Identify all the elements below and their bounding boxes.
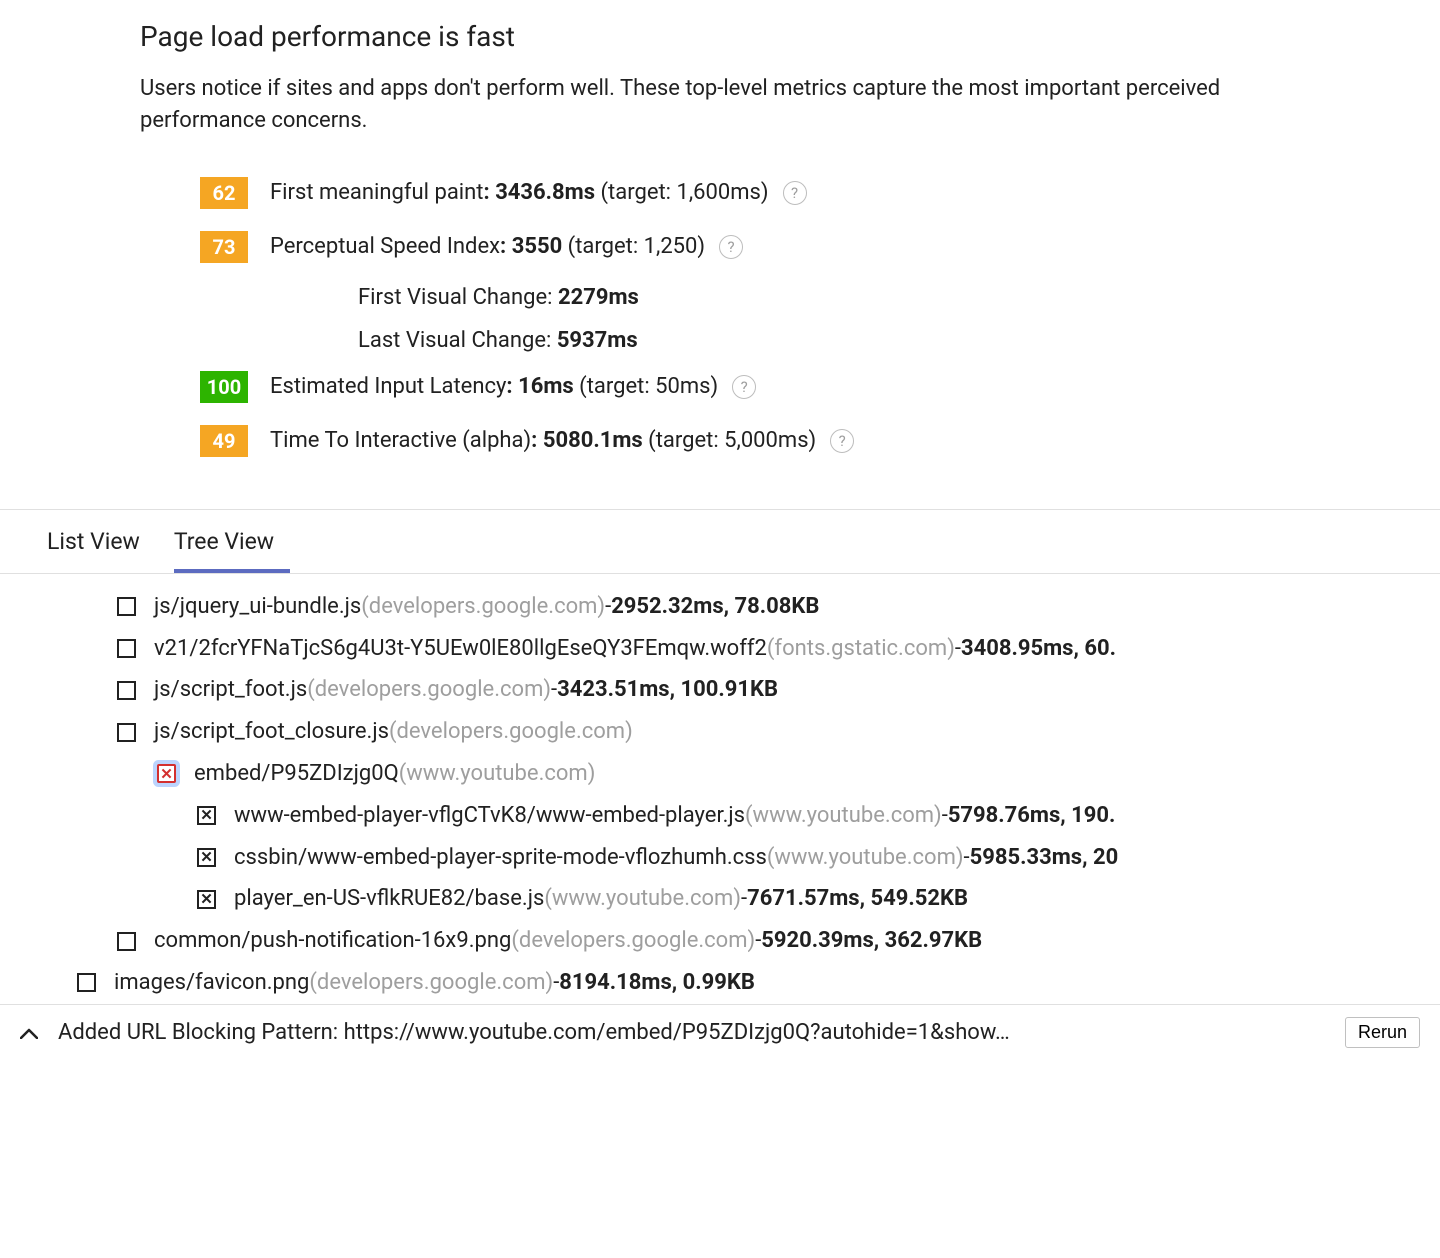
metric-row: 49 Time To Interactive (alpha): 5080.1ms… [200, 425, 1300, 457]
score-badge: 49 [200, 425, 248, 457]
file-stats: 5798.76ms, 190. [948, 795, 1116, 837]
block-checkbox[interactable] [197, 848, 216, 867]
file-path: js/script_foot_closure.js [154, 711, 389, 753]
file-domain: (fonts.gstatic.com) [767, 628, 955, 670]
metric-target: (target: 1,600ms) [601, 180, 769, 205]
metric-value: : 3550 [500, 234, 562, 259]
file-domain: (www.youtube.com) [767, 837, 964, 879]
file-domain: (developers.google.com) [511, 920, 755, 962]
tree-row: common/push-notification-16x9.png (devel… [0, 920, 1440, 962]
chevron-up-icon[interactable] [20, 1020, 38, 1044]
block-checkbox[interactable] [197, 890, 216, 909]
top-section: Page load performance is fast Users noti… [0, 0, 1440, 509]
file-stats: 3408.95ms, 60. [961, 628, 1116, 670]
block-checkbox[interactable] [117, 681, 136, 700]
metric-value: : 5080.1ms [531, 428, 643, 453]
metric-value: : 16ms [506, 374, 573, 399]
help-icon[interactable]: ? [830, 429, 854, 453]
sub-metric: Last Visual Change: 5937ms [200, 328, 1300, 353]
tab-list-view[interactable]: List View [47, 510, 156, 573]
metrics-list: 62 First meaningful paint: 3436.8ms (tar… [140, 177, 1300, 457]
tree-row: js/jquery_ui-bundle.js (developers.googl… [0, 586, 1440, 628]
help-icon[interactable]: ? [719, 235, 743, 259]
block-checkbox[interactable] [157, 764, 176, 783]
tree-row: cssbin/www-embed-player-sprite-mode-vflo… [0, 837, 1440, 879]
file-path: images/favicon.png [114, 962, 309, 1004]
rerun-button[interactable]: Rerun [1345, 1017, 1420, 1048]
block-checkbox[interactable] [117, 723, 136, 742]
metric-row: 62 First meaningful paint: 3436.8ms (tar… [200, 177, 1300, 209]
file-path: common/push-notification-16x9.png [154, 920, 511, 962]
tree-row: www-embed-player-vflgCTvK8/www-embed-pla… [0, 795, 1440, 837]
file-stats: 2952.32ms, 78.08KB [611, 586, 819, 628]
metric-target: (target: 1,250) [568, 234, 705, 259]
file-domain: (www.youtube.com) [745, 795, 942, 837]
sub-metric-value: 5937ms [557, 328, 638, 353]
file-stats: 7671.57ms, 549.52KB [747, 878, 968, 920]
score-badge: 62 [200, 177, 248, 209]
block-checkbox[interactable] [117, 597, 136, 616]
status-bar: Added URL Blocking Pattern: https://www.… [0, 1004, 1440, 1060]
file-stats: 3423.51ms, 100.91KB [557, 669, 778, 711]
metric-value: : 3436.8ms [484, 180, 596, 205]
block-checkbox[interactable] [197, 806, 216, 825]
file-domain: (www.youtube.com) [544, 878, 741, 920]
tree-row: player_en-US-vflkRUE82/base.js (www.yout… [0, 878, 1440, 920]
block-checkbox[interactable] [117, 932, 136, 951]
tree-row: js/script_foot_closure.js (developers.go… [0, 711, 1440, 753]
tree-row: v21/2fcrYFNaTjcS6g4U3t-Y5UEw0lE80llgEseQ… [0, 628, 1440, 670]
help-icon[interactable]: ? [732, 375, 756, 399]
tree-row: images/favicon.png (developers.google.co… [0, 962, 1440, 1004]
tree-row: embed/P95ZDIzjg0Q (www.youtube.com) [0, 753, 1440, 795]
file-domain: (developers.google.com) [361, 586, 605, 628]
metric-target: (target: 50ms) [579, 374, 718, 399]
block-checkbox[interactable] [77, 973, 96, 992]
tree-row: js/script_foot.js (developers.google.com… [0, 669, 1440, 711]
file-path: www-embed-player-vflgCTvK8/www-embed-pla… [234, 795, 745, 837]
metric-label: Time To Interactive (alpha) [270, 428, 531, 453]
metric-label: Perceptual Speed Index [270, 234, 500, 259]
score-badge: 73 [200, 231, 248, 263]
metric-row: 100 Estimated Input Latency: 16ms (targe… [200, 371, 1300, 403]
file-domain: (developers.google.com) [389, 711, 633, 753]
file-stats: 5920.39ms, 362.97KB [761, 920, 982, 962]
file-stats: 8194.18ms, 0.99KB [559, 962, 755, 1004]
metric-label: First meaningful paint [270, 180, 484, 205]
file-path: js/script_foot.js [154, 669, 307, 711]
file-path: v21/2fcrYFNaTjcS6g4U3t-Y5UEw0lE80llgEseQ… [154, 628, 767, 670]
file-path: embed/P95ZDIzjg0Q [194, 753, 399, 795]
file-path: cssbin/www-embed-player-sprite-mode-vflo… [234, 837, 767, 879]
file-stats: 5985.33ms, 20 [970, 837, 1119, 879]
tree-view: js/jquery_ui-bundle.js (developers.googl… [0, 574, 1440, 1004]
file-path: js/jquery_ui-bundle.js [154, 586, 361, 628]
sub-metric: First Visual Change: 2279ms [200, 285, 1300, 310]
metric-label: Estimated Input Latency [270, 374, 506, 399]
file-domain: (developers.google.com) [307, 669, 551, 711]
sub-metric-label: First Visual Change: [358, 285, 553, 310]
metric-target: (target: 5,000ms) [648, 428, 816, 453]
help-icon[interactable]: ? [783, 181, 807, 205]
file-domain: (www.youtube.com) [399, 753, 596, 795]
status-text: Added URL Blocking Pattern: https://www.… [58, 1020, 1335, 1045]
score-badge: 100 [200, 371, 248, 403]
block-checkbox[interactable] [117, 639, 136, 658]
sub-metric-label: Last Visual Change: [358, 328, 551, 353]
tab-tree-view[interactable]: Tree View [174, 510, 290, 573]
tabs: List View Tree View [0, 509, 1440, 574]
file-domain: (developers.google.com) [309, 962, 553, 1004]
file-path: player_en-US-vflkRUE82/base.js [234, 878, 544, 920]
sub-metric-value: 2279ms [558, 285, 639, 310]
page-title: Page load performance is fast [140, 20, 1300, 53]
metric-row: 73 Perceptual Speed Index: 3550 (target:… [200, 231, 1300, 263]
page-description: Users notice if sites and apps don't per… [140, 73, 1300, 137]
